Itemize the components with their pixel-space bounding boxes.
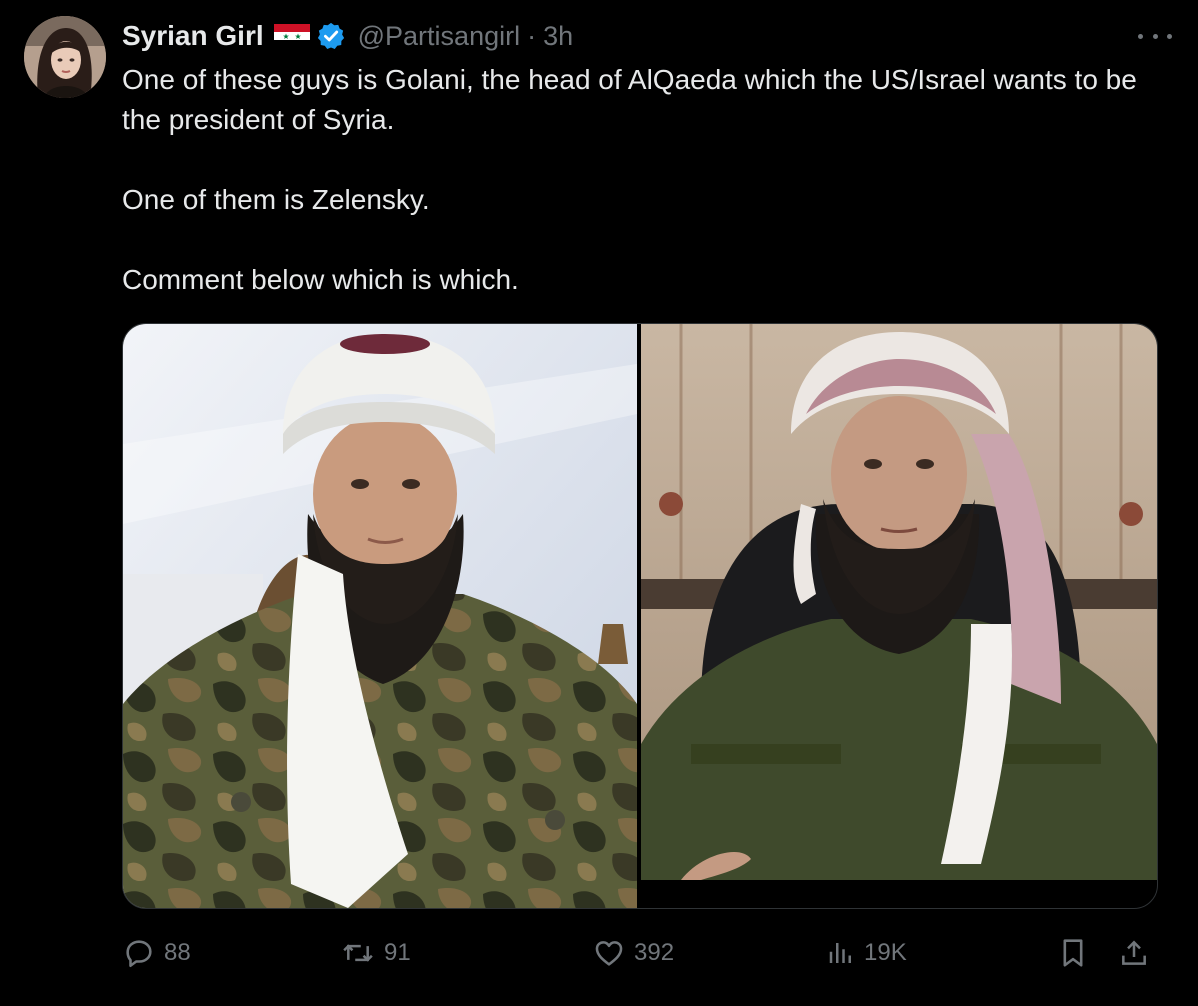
action-bar: 88 91 392 19K	[122, 930, 1162, 976]
photo-left[interactable]	[123, 324, 637, 908]
repost-count: 91	[384, 939, 411, 966]
bookmark-button[interactable]	[1058, 930, 1088, 976]
verified-badge-icon[interactable]	[316, 21, 346, 51]
views-button[interactable]: 19K	[826, 930, 907, 976]
tweet-paragraph: Comment below which is which.	[122, 264, 519, 295]
tweet-paragraph: One of these guys is Golani, the head of…	[122, 64, 1137, 135]
tweet-text: One of these guys is Golani, the head of…	[122, 60, 1172, 300]
author-handle[interactable]: @Partisangirl	[358, 21, 520, 52]
repost-icon	[343, 944, 373, 962]
share-icon	[1122, 940, 1146, 965]
separator-dot: ·	[527, 20, 537, 51]
syria-flag-icon	[273, 24, 310, 48]
tweet-header: Syrian Girl @Partisangirl · 3h	[122, 18, 573, 54]
reply-icon	[126, 940, 152, 968]
heart-icon	[595, 941, 623, 966]
share-button[interactable]	[1118, 930, 1150, 976]
bookmark-icon	[1063, 939, 1083, 967]
like-button[interactable]: 392	[592, 930, 674, 976]
more-options-icon[interactable]	[1138, 24, 1172, 48]
avatar-image	[24, 16, 106, 98]
avatar[interactable]	[24, 16, 106, 98]
reply-count: 88	[164, 939, 191, 966]
author-name[interactable]: Syrian Girl	[122, 20, 264, 52]
views-icon	[829, 943, 851, 963]
tweet-media[interactable]	[122, 323, 1158, 909]
timestamp[interactable]: 3h	[543, 21, 573, 52]
tweet: Syrian Girl @Partisangirl · 3h One of th…	[0, 0, 1198, 1006]
like-count: 392	[634, 939, 675, 966]
repost-button[interactable]: 91	[340, 930, 411, 976]
photo-right[interactable]	[641, 324, 1157, 880]
views-count: 19K	[864, 939, 907, 966]
tweet-paragraph: One of them is Zelensky.	[122, 184, 430, 215]
reply-button[interactable]: 88	[122, 930, 191, 976]
